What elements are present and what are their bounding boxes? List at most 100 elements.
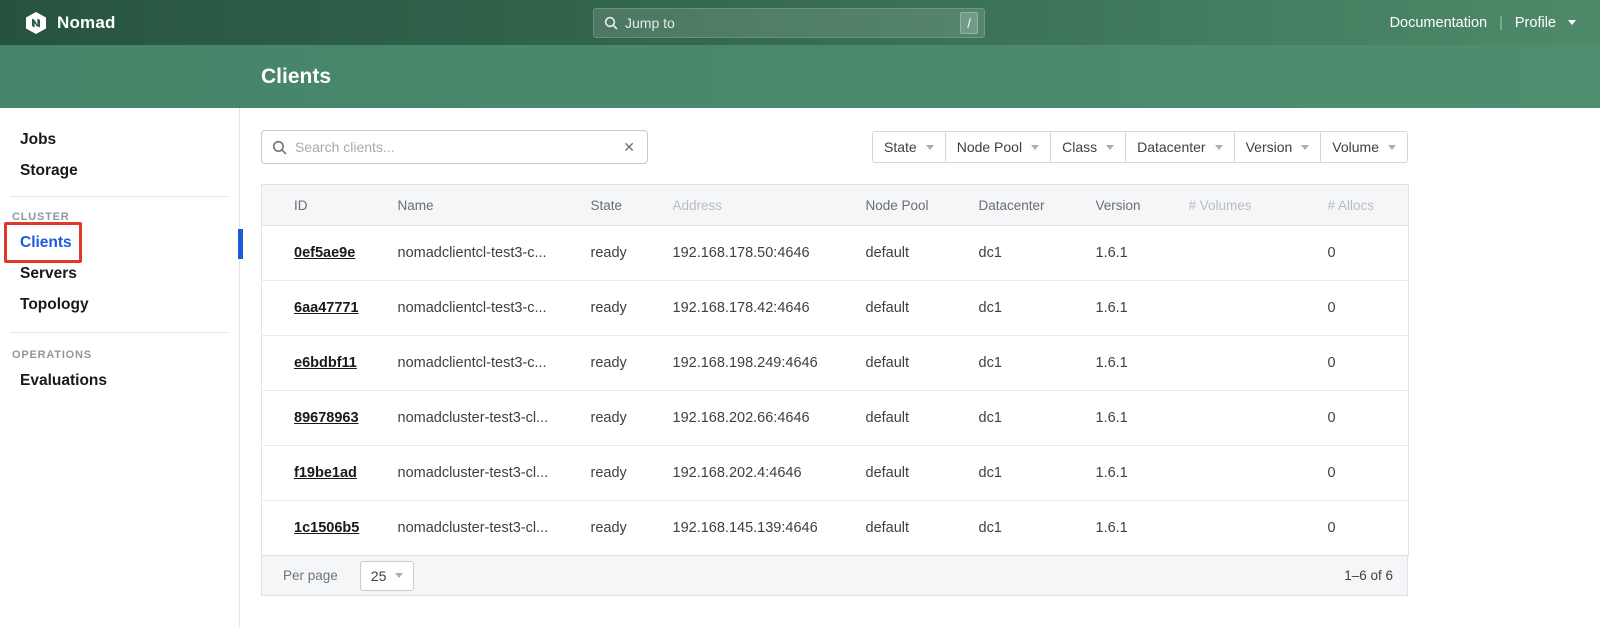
client-id-link[interactable]: 6aa47771 <box>294 300 359 316</box>
sidebar-item-topology[interactable]: Topology <box>0 289 239 320</box>
chevron-down-icon <box>1106 145 1114 150</box>
jump-to-input[interactable] <box>625 15 960 31</box>
client-version: 1.6.1 <box>1096 446 1189 501</box>
main-content: ✕ State Node Pool Class Datacenter Versi… <box>241 108 1600 627</box>
nomad-clients-page: Nomad / Documentation | Profile Clients … <box>0 0 1600 627</box>
chevron-down-icon <box>1031 145 1039 150</box>
client-state: ready <box>591 391 673 446</box>
client-allocs: 0 <box>1328 446 1409 501</box>
client-name: nomadclientcl-test3-c... <box>398 281 591 336</box>
column-header-node-pool[interactable]: Node Pool <box>866 185 979 226</box>
filter-node-pool[interactable]: Node Pool <box>946 131 1051 163</box>
clear-search-icon[interactable]: ✕ <box>621 139 637 156</box>
chevron-down-icon <box>1215 145 1223 150</box>
column-header-state[interactable]: State <box>591 185 673 226</box>
client-version: 1.6.1 <box>1096 226 1189 281</box>
page-header-band: Clients <box>0 45 1600 108</box>
sidebar-item-clients[interactable]: Clients <box>0 227 239 258</box>
table-row[interactable]: 1c1506b5 nomadcluster-test3-cl... ready … <box>262 501 1409 556</box>
sidebar-section-cluster: CLUSTER <box>0 207 239 227</box>
jump-to-search[interactable]: / <box>593 8 985 38</box>
sidebar-item-evaluations[interactable]: Evaluations <box>0 365 239 396</box>
nomad-logo-icon <box>24 11 48 35</box>
chevron-down-icon <box>1388 145 1396 150</box>
client-volumes <box>1189 281 1328 336</box>
column-header-address: Address <box>673 185 866 226</box>
client-version: 1.6.1 <box>1096 501 1189 556</box>
column-header-volumes: # Volumes <box>1189 185 1328 226</box>
client-name: nomadcluster-test3-cl... <box>398 501 591 556</box>
column-header-version[interactable]: Version <box>1096 185 1189 226</box>
filter-datacenter[interactable]: Datacenter <box>1126 131 1234 163</box>
client-state: ready <box>591 226 673 281</box>
column-header-name[interactable]: Name <box>398 185 591 226</box>
sidebar-divider <box>10 196 229 197</box>
table-row[interactable]: 6aa47771 nomadclientcl-test3-c... ready … <box>262 281 1409 336</box>
profile-menu[interactable]: Profile <box>1515 15 1556 31</box>
page-title: Clients <box>261 65 331 89</box>
sidebar-item-storage[interactable]: Storage <box>0 155 239 186</box>
table-row[interactable]: 0ef5ae9e nomadclientcl-test3-c... ready … <box>262 226 1409 281</box>
client-datacenter: dc1 <box>979 501 1096 556</box>
table-row[interactable]: f19be1ad nomadcluster-test3-cl... ready … <box>262 446 1409 501</box>
client-allocs: 0 <box>1328 391 1409 446</box>
client-id-link[interactable]: f19be1ad <box>294 465 357 481</box>
client-node-pool: default <box>866 336 979 391</box>
filter-volume[interactable]: Volume <box>1321 131 1408 163</box>
chevron-down-icon[interactable] <box>1568 20 1576 25</box>
clients-search[interactable]: ✕ <box>261 130 648 164</box>
client-allocs: 0 <box>1328 501 1409 556</box>
nav-separator: | <box>1499 15 1503 31</box>
filter-class[interactable]: Class <box>1051 131 1126 163</box>
active-item-indicator <box>238 229 243 259</box>
client-state: ready <box>591 501 673 556</box>
client-name: nomadclientcl-test3-c... <box>398 226 591 281</box>
filter-version[interactable]: Version <box>1235 131 1322 163</box>
filter-state[interactable]: State <box>872 131 946 163</box>
client-address: 192.168.202.66:4646 <box>673 391 866 446</box>
client-name: nomadcluster-test3-cl... <box>398 391 591 446</box>
client-volumes <box>1189 446 1328 501</box>
client-name: nomadclientcl-test3-c... <box>398 336 591 391</box>
nomad-brand[interactable]: Nomad <box>24 11 116 35</box>
filter-bar: ✕ State Node Pool Class Datacenter Versi… <box>261 130 1408 164</box>
client-volumes <box>1189 391 1328 446</box>
brand-name: Nomad <box>57 13 116 33</box>
filter-dropdown-group: State Node Pool Class Datacenter Version… <box>872 131 1408 163</box>
client-datacenter: dc1 <box>979 336 1096 391</box>
table-row[interactable]: 89678963 nomadcluster-test3-cl... ready … <box>262 391 1409 446</box>
sidebar: Jobs Storage CLUSTER Clients Servers Top… <box>0 108 240 627</box>
table-footer: Per page 25 1–6 of 6 <box>261 556 1408 596</box>
column-header-id[interactable]: ID <box>262 185 398 226</box>
slash-shortcut-hint: / <box>960 12 978 34</box>
client-state: ready <box>591 281 673 336</box>
client-id-link[interactable]: e6bdbf11 <box>294 355 357 371</box>
documentation-link[interactable]: Documentation <box>1390 15 1488 31</box>
client-node-pool: default <box>866 391 979 446</box>
sidebar-item-jobs[interactable]: Jobs <box>0 124 239 155</box>
client-id-link[interactable]: 89678963 <box>294 410 359 426</box>
per-page-select[interactable]: 25 <box>360 561 415 591</box>
client-allocs: 0 <box>1328 226 1409 281</box>
chevron-down-icon <box>395 573 403 578</box>
client-volumes <box>1189 336 1328 391</box>
client-name: nomadcluster-test3-cl... <box>398 446 591 501</box>
clients-search-input[interactable] <box>295 139 621 155</box>
chevron-down-icon <box>1301 145 1309 150</box>
client-version: 1.6.1 <box>1096 336 1189 391</box>
sidebar-divider <box>10 332 229 333</box>
client-node-pool: default <box>866 501 979 556</box>
client-id-link[interactable]: 0ef5ae9e <box>294 245 355 261</box>
search-icon <box>272 140 287 155</box>
per-page-label: Per page <box>283 568 338 583</box>
table-row[interactable]: e6bdbf11 nomadclientcl-test3-c... ready … <box>262 336 1409 391</box>
client-version: 1.6.1 <box>1096 391 1189 446</box>
client-version: 1.6.1 <box>1096 281 1189 336</box>
sidebar-item-servers[interactable]: Servers <box>0 258 239 289</box>
client-id-link[interactable]: 1c1506b5 <box>294 520 359 536</box>
per-page-value: 25 <box>371 568 387 584</box>
client-datacenter: dc1 <box>979 446 1096 501</box>
column-header-allocs: # Allocs <box>1328 185 1409 226</box>
client-address: 192.168.178.50:4646 <box>673 226 866 281</box>
column-header-datacenter[interactable]: Datacenter <box>979 185 1096 226</box>
